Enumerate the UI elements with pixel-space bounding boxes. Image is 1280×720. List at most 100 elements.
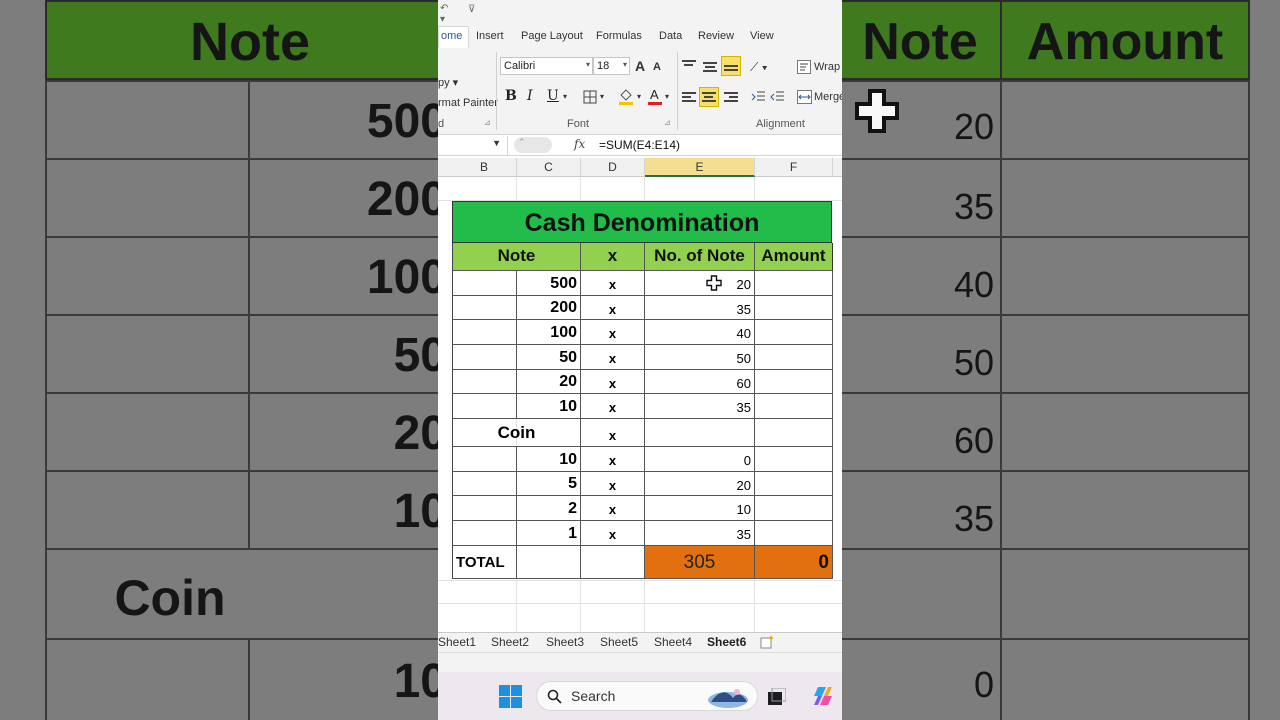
sheet-tab-6[interactable]: Sheet6	[707, 635, 746, 649]
multiply-x[interactable]: x	[581, 496, 645, 521]
coin-label[interactable]: Coin	[453, 419, 581, 447]
insert-sheet-icon[interactable]	[760, 635, 776, 649]
task-view-icon[interactable]	[768, 688, 786, 705]
tab-insert[interactable]: Insert	[476, 30, 504, 42]
orientation-icon[interactable]: ⟋ ▾	[750, 60, 768, 75]
header-x[interactable]: x	[581, 243, 645, 271]
table-cell[interactable]	[453, 447, 517, 472]
amount-cell[interactable]	[755, 472, 833, 496]
coin-count[interactable]: 0	[645, 447, 755, 472]
note-count[interactable]: 40	[645, 320, 755, 345]
amount-cell[interactable]	[755, 345, 833, 370]
insert-function-icon[interactable]: fx	[574, 137, 585, 151]
sheet-tab-3[interactable]: Sheet3	[546, 635, 584, 649]
table-cell[interactable]	[453, 271, 517, 296]
total-label[interactable]: TOTAL	[453, 546, 517, 579]
sheet-tab-2[interactable]: Sheet2	[491, 635, 529, 649]
borders-icon[interactable]	[583, 90, 597, 104]
windows-start-icon[interactable]	[499, 685, 522, 708]
coin-value[interactable]: 5	[517, 472, 581, 496]
tab-formulas[interactable]: Formulas	[596, 30, 642, 42]
note-count[interactable]	[645, 419, 755, 447]
table-cell[interactable]	[453, 521, 517, 546]
align-top-icon[interactable]	[682, 60, 696, 72]
header-no-of-note[interactable]: No. of Note	[645, 243, 755, 271]
font-color-icon[interactable]: A	[647, 87, 663, 106]
name-box[interactable]: ▼	[438, 136, 508, 155]
multiply-x[interactable]: x	[581, 419, 645, 447]
fill-color-icon[interactable]	[618, 88, 634, 106]
table-cell[interactable]	[453, 394, 517, 419]
note-value[interactable]: 100	[517, 320, 581, 345]
taskbar-search-box[interactable]: Search	[536, 681, 758, 711]
chevron-down-icon[interactable]: ▾	[600, 92, 604, 101]
tab-view[interactable]: View	[750, 30, 774, 42]
coin-value[interactable]: 1	[517, 521, 581, 546]
align-bottom-button[interactable]	[721, 56, 741, 76]
amount-cell[interactable]	[755, 271, 833, 296]
table-cell[interactable]	[453, 472, 517, 496]
undo-icon[interactable]: ↶ ▾	[440, 3, 448, 25]
table-cell[interactable]	[453, 320, 517, 345]
table-cell[interactable]	[453, 496, 517, 521]
note-count[interactable]: 50	[645, 345, 755, 370]
italic-button[interactable]: I	[527, 88, 533, 104]
note-value[interactable]: 20	[517, 370, 581, 394]
multiply-x[interactable]: x	[581, 320, 645, 345]
align-left-icon[interactable]	[682, 92, 696, 104]
note-count[interactable]: 35	[645, 394, 755, 419]
sheet-tab-4[interactable]: Sheet4	[654, 635, 692, 649]
amount-cell[interactable]	[755, 447, 833, 472]
note-value[interactable]: 10	[517, 394, 581, 419]
coin-count[interactable]: 20	[645, 472, 755, 496]
wrap-text-icon[interactable]	[797, 60, 811, 74]
note-value[interactable]: 200	[517, 296, 581, 320]
amount-cell[interactable]	[755, 496, 833, 521]
header-amount[interactable]: Amount	[755, 243, 833, 271]
multiply-x[interactable]: x	[581, 447, 645, 472]
tab-home[interactable]: ome	[438, 26, 470, 48]
amount-cell[interactable]	[755, 521, 833, 546]
amount-cell[interactable]	[755, 320, 833, 345]
column-header-c[interactable]: C	[517, 158, 581, 177]
note-value[interactable]: 50	[517, 345, 581, 370]
align-center-button[interactable]	[699, 87, 719, 107]
column-header-b[interactable]: B	[452, 158, 517, 177]
font-name-select[interactable]: Calibri ▾	[500, 57, 593, 75]
sheet-title[interactable]: Cash Denomination	[452, 201, 832, 243]
amount-cell[interactable]	[755, 370, 833, 394]
font-size-select[interactable]: 18 ▾	[593, 57, 630, 75]
merge-center-button[interactable]: Merge	[814, 91, 842, 103]
align-middle-icon[interactable]	[703, 62, 717, 74]
shrink-font-button[interactable]: A	[653, 61, 661, 73]
column-header-e[interactable]: E	[645, 158, 755, 177]
amount-cell[interactable]	[755, 394, 833, 419]
chevron-down-icon[interactable]: ▾	[637, 92, 641, 101]
note-value[interactable]: 500	[517, 271, 581, 296]
formula-expand-handle[interactable]: ⌃	[514, 137, 552, 153]
table-cell[interactable]	[453, 296, 517, 320]
table-cell[interactable]	[581, 546, 645, 579]
total-amount[interactable]: 0	[755, 546, 833, 579]
copilot-icon[interactable]	[812, 685, 834, 707]
sheet-tab-1[interactable]: Sheet1	[438, 635, 476, 649]
amount-cell[interactable]	[755, 419, 833, 447]
underline-button[interactable]: U	[547, 88, 559, 104]
chevron-down-icon[interactable]: ▾	[563, 92, 567, 101]
customize-qat-icon[interactable]: ⊽	[468, 4, 475, 15]
grow-font-button[interactable]: A	[635, 58, 645, 74]
bold-button[interactable]: B	[505, 88, 517, 104]
note-count[interactable]: 60	[645, 370, 755, 394]
multiply-x[interactable]: x	[581, 296, 645, 320]
coin-count[interactable]: 35	[645, 521, 755, 546]
column-header-f[interactable]: F	[755, 158, 833, 177]
merge-center-icon[interactable]	[797, 90, 812, 104]
tab-data[interactable]: Data	[659, 30, 682, 42]
coin-value[interactable]: 2	[517, 496, 581, 521]
table-cell[interactable]	[453, 370, 517, 394]
increase-indent-icon[interactable]	[770, 90, 785, 104]
header-note[interactable]: Note	[453, 243, 581, 271]
column-header-d[interactable]: D	[581, 158, 645, 177]
multiply-x[interactable]: x	[581, 472, 645, 496]
chevron-down-icon[interactable]: ▾	[665, 92, 669, 101]
